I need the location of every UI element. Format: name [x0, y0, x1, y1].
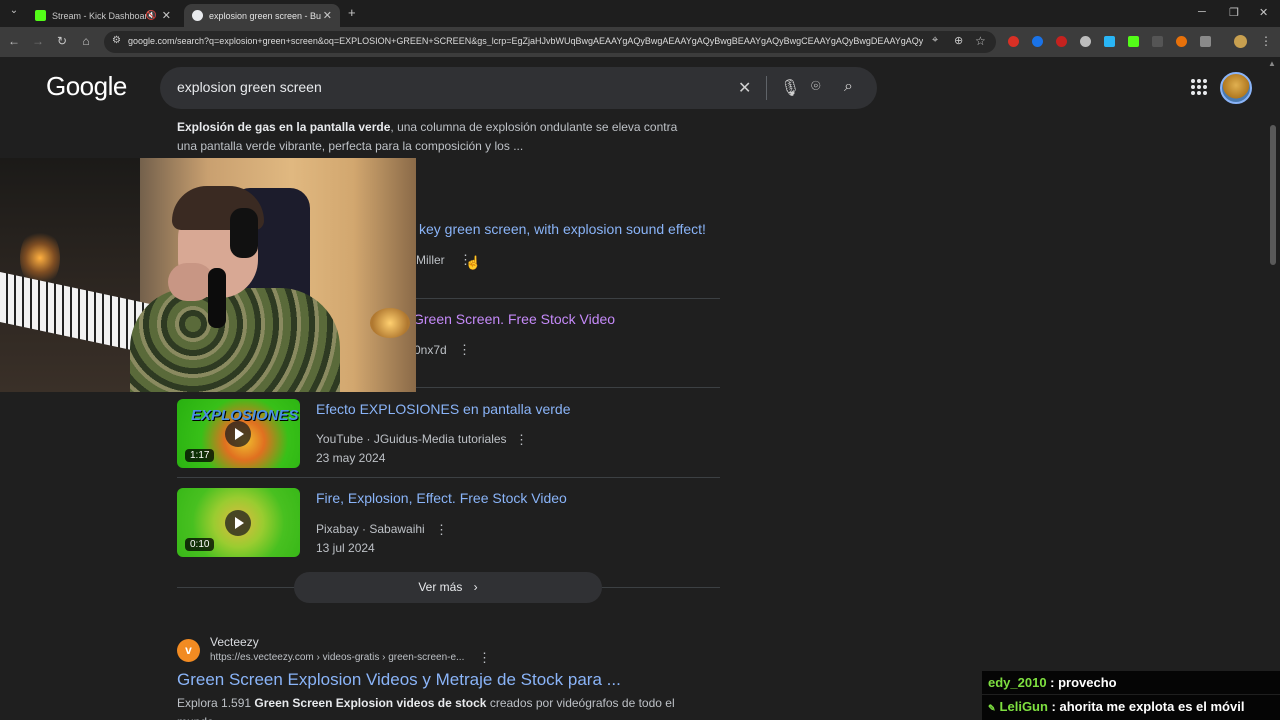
tab-search-chevron-icon[interactable]: ⌄ [6, 5, 22, 16]
extension-7tv-icon[interactable] [1104, 36, 1115, 47]
result-snippet: Explosión de gas en la pantalla verde, u… [177, 118, 697, 156]
close-window-icon[interactable]: ✕ [1259, 6, 1268, 19]
play-icon[interactable] [225, 510, 251, 536]
webcam-streamer-body [130, 288, 340, 392]
webcam-headphones [230, 208, 258, 258]
clear-search-icon[interactable]: ✕ [738, 78, 751, 98]
chat-username: edy_2010 [988, 675, 1047, 690]
snippet-bold: Explosión de gas en la pantalla verde [177, 120, 391, 134]
google-logo[interactable]: Google [46, 71, 127, 102]
reload-icon[interactable]: ↻ [54, 34, 70, 48]
site-favicon: v [177, 639, 200, 662]
chat-text: : provecho [1046, 675, 1117, 690]
see-more-label: Ver más [418, 580, 463, 594]
extension-blue-icon[interactable] [1032, 36, 1043, 47]
tab-title: Stream - Kick Dashboard [52, 10, 152, 21]
result-separator [177, 477, 720, 478]
kick-favicon-icon [35, 10, 46, 21]
back-icon[interactable]: ← [6, 34, 22, 48]
result-snippet-bold: Green Screen Explosion videos de stock [254, 696, 487, 710]
result-snippet: Explora 1.591 Green Screen Explosion vid… [177, 694, 697, 720]
search-divider [766, 76, 767, 100]
video-thumbnail[interactable]: 0:10 [177, 488, 300, 557]
close-tab-icon[interactable]: ✕ [162, 9, 171, 22]
see-more-button[interactable]: Ver más › [294, 572, 602, 603]
site-url[interactable]: https://es.vecteezy.com › videos-gratis … [210, 652, 464, 663]
webcam-window-background [0, 158, 140, 392]
site-name[interactable]: Vecteezy [210, 635, 259, 649]
home-icon[interactable]: ⌂ [78, 34, 94, 48]
video-source-3: YouTube · JGuidus-Media tutoriales [316, 432, 507, 446]
result-title[interactable]: Green Screen Explosion Videos y Metraje … [177, 670, 621, 690]
extension-kick-icon[interactable] [1128, 36, 1139, 47]
mute-icon[interactable]: 🔇 [146, 10, 157, 21]
video-meta-1: Miller [416, 253, 445, 267]
extension-red-icon[interactable] [1008, 36, 1019, 47]
google-favicon-icon [192, 10, 203, 21]
lens-camera-icon[interactable]: ⌾ [811, 78, 821, 96]
video-duration: 0:10 [185, 538, 215, 551]
webcam-overlay [0, 158, 416, 392]
zoom-icon[interactable]: ⊕ [954, 34, 963, 47]
scroll-up-icon[interactable]: ▲ [1268, 59, 1276, 68]
site-info-icon[interactable]: ⚙ [112, 35, 121, 46]
microphone-icon[interactable]: 🎙 [780, 78, 800, 98]
extensions-puzzle-icon[interactable] [1200, 36, 1211, 47]
forward-icon[interactable]: → [30, 34, 46, 48]
thumbnail-text: EXPLOSIONES [191, 407, 299, 424]
chat-text: : ahorita me explota es el móvil [1047, 699, 1245, 714]
video-title-1[interactable]: key green screen, with explosion sound e… [419, 221, 706, 237]
search-icon[interactable]: ⌕ [844, 78, 853, 96]
browser-menu-icon[interactable]: ⋮ [1258, 34, 1274, 48]
location-icon[interactable]: ⌖ [932, 34, 938, 47]
extension-orange-icon[interactable] [1176, 36, 1187, 47]
avatar[interactable] [1220, 72, 1252, 104]
bookmark-star-icon[interactable]: ☆ [975, 34, 986, 48]
more-options-icon[interactable]: ⋮ [458, 342, 471, 358]
video-thumbnail[interactable]: EXPLOSIONES 1:17 [177, 399, 300, 468]
video-source-4: Pixabay · Sabawaihi [316, 522, 425, 536]
tab-kick-dashboard[interactable]: Stream - Kick Dashboard 🔇 ✕ [27, 4, 179, 27]
kick-badge-icon: ✎ [988, 703, 996, 713]
video-date-4: 13 jul 2024 [316, 541, 375, 555]
mouse-cursor-icon: ☝ [465, 255, 482, 270]
webcam-microphone [208, 268, 226, 328]
address-bar[interactable]: ⚙ google.com/search?q=explosion+green+sc… [104, 31, 996, 53]
video-duration: 1:17 [185, 449, 215, 462]
webcam-lamp [370, 308, 410, 338]
video-title-3[interactable]: Efecto EXPLOSIONES en pantalla verde [316, 401, 570, 417]
extension-gray-icon[interactable] [1080, 36, 1091, 47]
minimize-icon[interactable]: ─ [1198, 6, 1206, 18]
search-input[interactable]: explosion green screen [177, 79, 322, 95]
chevron-right-icon: › [473, 580, 478, 594]
maximize-icon[interactable]: ❐ [1229, 6, 1239, 19]
search-bar[interactable]: explosion green screen ✕ 🎙 ⌾ ⌕ [160, 67, 877, 109]
video-title-4[interactable]: Fire, Explosion, Effect. Free Stock Vide… [316, 490, 567, 506]
chat-message: ✎ LeliGun : ahorita me explota es el móvi… [982, 695, 1280, 720]
play-icon[interactable] [225, 421, 251, 447]
url-text[interactable]: google.com/search?q=explosion+green+scre… [128, 36, 923, 46]
extension-record-icon[interactable] [1056, 36, 1067, 47]
more-options-icon[interactable]: ⋮ [515, 432, 528, 448]
more-options-icon[interactable]: ⋮ [435, 522, 448, 538]
chat-username: LeliGun [999, 699, 1048, 714]
tab-title: explosion green screen - Buscar [209, 10, 321, 21]
page-scrollbar[interactable] [1270, 125, 1276, 265]
video-date-3: 23 may 2024 [316, 451, 386, 465]
video-meta-2: 0nx7d [414, 343, 447, 357]
video-title-2[interactable]: Green Screen. Free Stock Video [413, 311, 615, 327]
tab-strip: ⌄ Stream - Kick Dashboard 🔇 ✕ explosion … [0, 0, 1280, 27]
new-tab-icon[interactable]: + [348, 5, 356, 20]
extension-dark-icon[interactable] [1152, 36, 1163, 47]
browser-toolbar: ← → ↻ ⌂ ⚙ google.com/search?q=explosion+… [0, 27, 1280, 57]
chat-message: edy_2010 : provecho [982, 671, 1280, 694]
result-snippet-pre: Explora 1.591 [177, 696, 255, 710]
tab-google-search[interactable]: explosion green screen - Buscar ✕ [184, 4, 340, 27]
close-tab-icon[interactable]: ✕ [323, 9, 332, 22]
profile-icon[interactable] [1234, 35, 1247, 48]
more-options-icon[interactable]: ⋮ [478, 650, 491, 666]
apps-grid-icon[interactable] [1191, 79, 1207, 95]
